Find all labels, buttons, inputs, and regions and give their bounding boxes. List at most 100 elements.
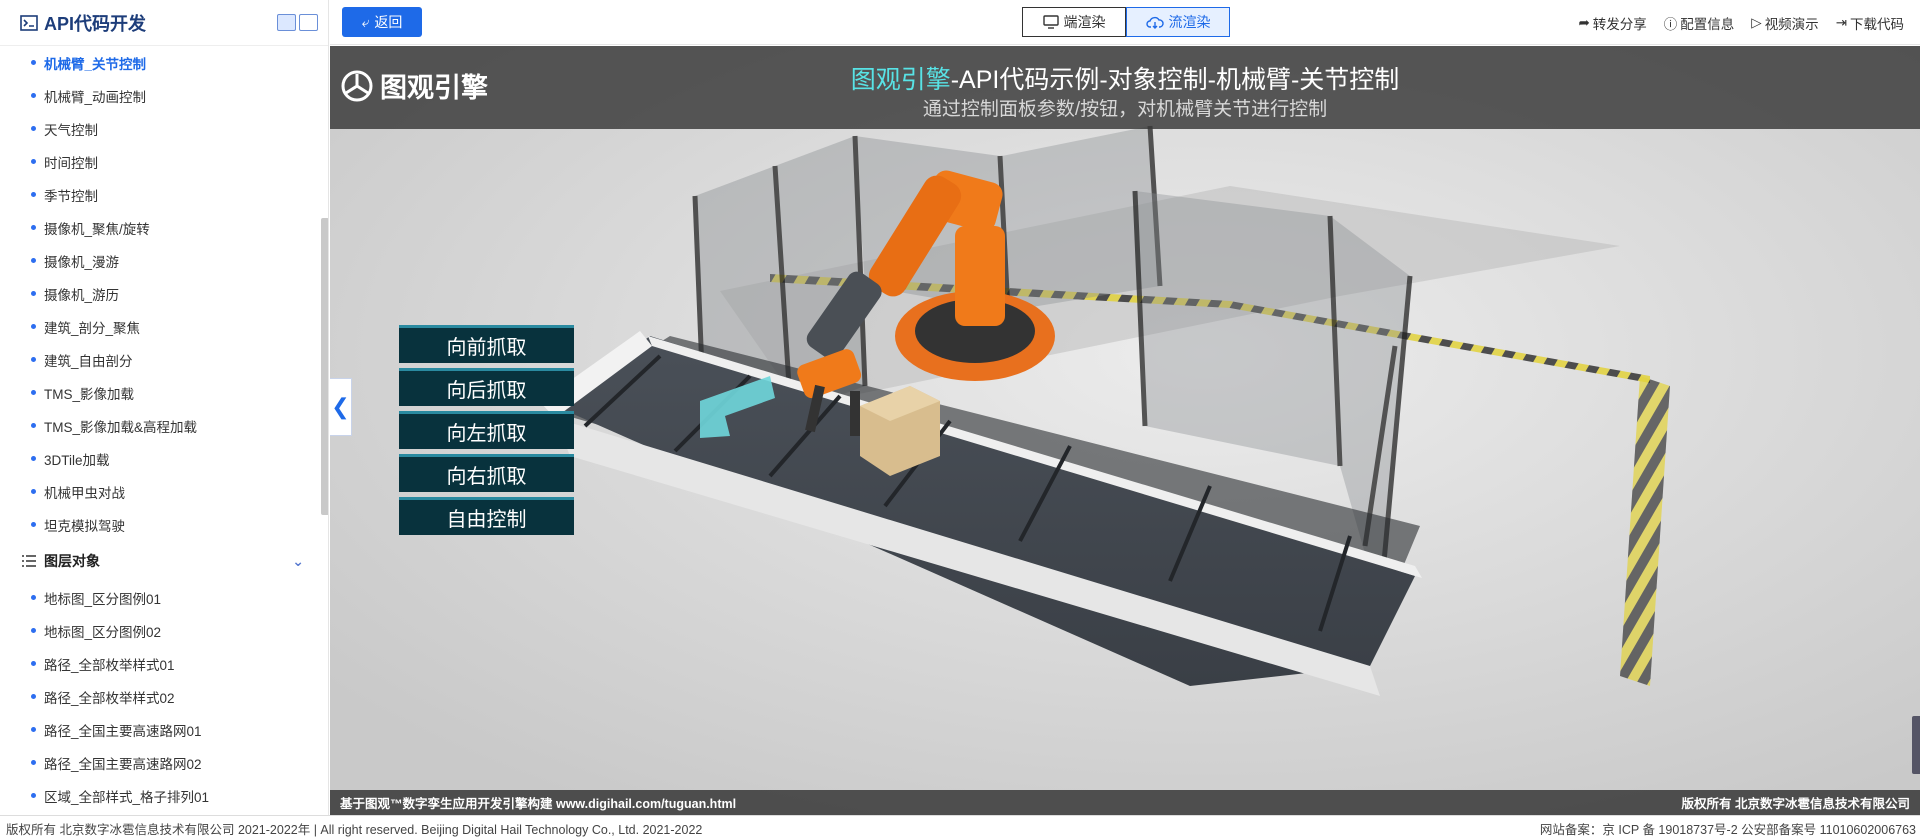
sidebar-item[interactable]: 时间控制 bbox=[0, 145, 328, 178]
sidebar-item-label: 建筑_自由剖分 bbox=[44, 353, 133, 369]
sidebar-item-label: 天气控制 bbox=[44, 122, 98, 138]
code-icon bbox=[20, 14, 38, 31]
download-label: 下载代码 bbox=[1850, 17, 1904, 32]
sidebar-item[interactable]: 机械臂_动画控制 bbox=[0, 79, 328, 112]
render-viewport[interactable]: 图观引擎 图观引擎-API代码示例-对象控制-机械臂-关节控制 通过控制面板参数… bbox=[330, 46, 1920, 815]
sidebar-item-label: 摄像机_漫游 bbox=[44, 254, 120, 270]
control-button[interactable]: 自由控制 bbox=[399, 497, 574, 535]
toolbar-links: ➦ 转发分享 ⓘ 配置信息 ▷ 视频演示 ⇥ 下载代码 bbox=[1578, 13, 1904, 33]
play-icon: ▷ bbox=[1751, 15, 1762, 30]
bullet-icon bbox=[31, 456, 36, 461]
page-footer-left: 版权所有 北京数字冰雹信息技术有限公司 2021-2022年 | All rig… bbox=[6, 822, 703, 837]
config-label: 配置信息 bbox=[1680, 17, 1735, 32]
grid-view-icon[interactable] bbox=[277, 14, 296, 31]
view-toggle[interactable] bbox=[277, 14, 318, 31]
sidebar-item-label: 机械臂_动画控制 bbox=[44, 89, 147, 105]
sidebar-item[interactable]: TMS_影像加载 bbox=[0, 376, 328, 409]
sidebar-item[interactable]: 路径_全部枚举样式01 bbox=[0, 647, 328, 680]
sidebar-item[interactable]: TMS_影像加载&高程加载 bbox=[0, 409, 328, 442]
sidebar-scrollbar[interactable] bbox=[321, 218, 328, 515]
sidebar-item[interactable]: 区域_全部样式_格子排列01 bbox=[0, 779, 328, 812]
bullet-icon bbox=[31, 595, 36, 600]
share-label: 转发分享 bbox=[1592, 17, 1647, 32]
sidebar-item-label: 季节控制 bbox=[44, 188, 98, 204]
video-label: 视频演示 bbox=[1764, 17, 1819, 32]
bullet-icon bbox=[31, 192, 36, 197]
bullet-icon bbox=[31, 760, 36, 765]
bullet-icon bbox=[31, 126, 36, 131]
control-button[interactable]: 向左抓取 bbox=[399, 411, 574, 449]
right-dock-handle[interactable] bbox=[1912, 716, 1920, 774]
sidebar-item[interactable]: 机械臂_关节控制 bbox=[0, 46, 328, 79]
toolbar: ⤶ 返回 端渲染 流渲染 ➦ 转发分享 ⓘ 配置信息 ▷ 视频演示 ⇥ 下载代码 bbox=[330, 0, 1920, 45]
sidebar-item[interactable]: 3DTile加载 bbox=[0, 442, 328, 475]
sidebar-item-label: 机械甲虫对战 bbox=[44, 485, 125, 501]
bullet-icon bbox=[31, 661, 36, 666]
image-view-icon[interactable] bbox=[299, 14, 318, 31]
sidebar-item-label: 3DTile加载 bbox=[44, 452, 110, 468]
sidebar-item-label: 摄像机_游历 bbox=[44, 287, 120, 303]
sidebar-item[interactable]: 地标图_区分图例01 bbox=[0, 581, 328, 614]
sidebar-item-label: 路径_全部枚举样式02 bbox=[44, 690, 175, 706]
chevron-left-icon: ❮ bbox=[331, 394, 350, 419]
bullet-icon bbox=[31, 60, 36, 65]
monitor-icon bbox=[1042, 15, 1059, 29]
sidebar: API代码开发 机械臂_关节控制 机械臂_动画控制 天气控制时间控制季节控制摄像机_… bbox=[0, 0, 329, 815]
control-button[interactable]: 向右抓取 bbox=[399, 454, 574, 492]
control-button[interactable]: 向前抓取 bbox=[399, 325, 574, 363]
sidebar-item[interactable]: 路径_全部枚举样式02 bbox=[0, 680, 328, 713]
title-rest: -API代码示例-对象控制-机械臂-关节控制 bbox=[950, 66, 1400, 94]
sidebar-item[interactable]: 摄像机_游历 bbox=[0, 277, 328, 310]
sidebar-item-label: 地标图_区分图例01 bbox=[44, 591, 162, 607]
sidebar-item[interactable]: 坦克模拟驾驶 bbox=[0, 508, 328, 541]
back-arrow-icon: ⤶ bbox=[361, 13, 370, 30]
sidebar-header: API代码开发 bbox=[0, 0, 328, 46]
bullet-icon bbox=[31, 423, 36, 428]
bullet-icon bbox=[31, 93, 36, 98]
viewport-title: 图观引擎-API代码示例-对象控制-机械臂-关节控制 bbox=[330, 60, 1920, 96]
layer-group-label: 图层对象 bbox=[44, 553, 100, 569]
bullet-icon bbox=[31, 390, 36, 395]
sidebar-item-label: 路径_全部枚举样式01 bbox=[44, 657, 175, 673]
bullet-icon bbox=[31, 357, 36, 362]
chevron-down-icon[interactable]: ⌄ bbox=[292, 553, 304, 570]
sidebar-item[interactable]: 天气控制 bbox=[0, 112, 328, 145]
share-link[interactable]: ➦ 转发分享 bbox=[1578, 13, 1646, 33]
control-button[interactable]: 向后抓取 bbox=[399, 368, 574, 406]
tab-client-render-label: 端渲染 bbox=[1063, 14, 1106, 30]
layer-group-header[interactable]: 图层对象 ⌄ bbox=[0, 541, 328, 581]
tab-client-render[interactable]: 端渲染 bbox=[1022, 7, 1126, 37]
bullet-icon bbox=[31, 159, 36, 164]
tab-stream-render[interactable]: 流渲染 bbox=[1126, 7, 1230, 37]
sidebar-collapse-button[interactable]: ❮ bbox=[330, 378, 352, 436]
sidebar-item-label: 坦克模拟驾驶 bbox=[44, 518, 125, 534]
page-footer-right: 网站备案：京 ICP 备 19018737号-2 公安部备案号 11010602… bbox=[1539, 822, 1916, 837]
title-highlight: 图观引擎 bbox=[850, 66, 951, 94]
sidebar-item-label: 机械臂_关节控制 bbox=[44, 56, 147, 72]
sidebar-item[interactable]: 地标图_区分图例02 bbox=[0, 614, 328, 647]
video-link[interactable]: ▷ 视频演示 bbox=[1751, 13, 1818, 33]
sidebar-item-label: 地标图_区分图例02 bbox=[44, 624, 162, 640]
share-icon: ➦ bbox=[1578, 15, 1590, 30]
sidebar-item[interactable]: 建筑_自由剖分 bbox=[0, 343, 328, 376]
viewport-subtitle: 通过控制面板参数/按钮，对机械臂关节进行控制 bbox=[922, 99, 1328, 120]
download-icon: ⇥ bbox=[1835, 15, 1847, 30]
back-button[interactable]: ⤶ 返回 bbox=[342, 7, 422, 37]
bullet-icon bbox=[31, 291, 36, 296]
render-tabs: 端渲染 流渲染 bbox=[1022, 7, 1230, 37]
sidebar-item-label: 路径_全国主要高速路网01 bbox=[44, 723, 202, 739]
bullet-icon bbox=[31, 694, 36, 699]
sidebar-item[interactable]: 季节控制 bbox=[0, 178, 328, 211]
viewport-footer-right: 版权所有 北京数字冰雹信息技术有限公司 bbox=[1681, 797, 1910, 811]
cloud-icon bbox=[1145, 16, 1164, 29]
sidebar-item[interactable]: 建筑_剖分_聚焦 bbox=[0, 310, 328, 343]
sidebar-item[interactable]: 摄像机_聚焦/旋转 bbox=[0, 211, 328, 244]
sidebar-item[interactable]: 路径_全国主要高速路网02 bbox=[0, 746, 328, 779]
sidebar-item[interactable]: 机械甲虫对战 bbox=[0, 475, 328, 508]
sidebar-item[interactable]: 摄像机_漫游 bbox=[0, 244, 328, 277]
sidebar-item[interactable]: 路径_全国主要高速路网01 bbox=[0, 713, 328, 746]
back-label: 返回 bbox=[374, 14, 403, 30]
download-link[interactable]: ⇥ 下载代码 bbox=[1836, 13, 1904, 33]
bullet-icon bbox=[31, 324, 36, 329]
config-link[interactable]: ⓘ 配置信息 bbox=[1664, 13, 1735, 33]
